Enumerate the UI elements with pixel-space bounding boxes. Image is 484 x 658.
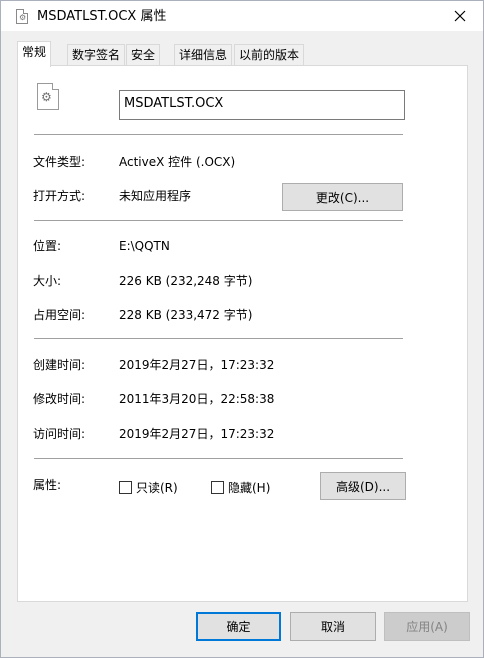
size-value: 226 KB (232,248 字节) (119, 274, 253, 288)
close-button[interactable] (437, 1, 483, 31)
divider (34, 338, 403, 339)
file-type-value: ActiveX 控件 (.OCX) (119, 155, 236, 169)
file-name-field[interactable]: MSDATLST.OCX (119, 90, 405, 120)
size-on-disk-label: 占用空间: (33, 308, 86, 322)
title-bar[interactable]: ⚙ MSDATLST.OCX 属性 (1, 1, 483, 31)
checkbox-box[interactable] (211, 481, 224, 494)
ok-button[interactable]: 确定 (196, 612, 281, 641)
file-icon: ⚙ (16, 9, 28, 24)
size-on-disk-value: 228 KB (233,472 字节) (119, 308, 253, 322)
tab-security[interactable]: 安全 (126, 44, 161, 66)
close-icon (454, 10, 466, 22)
created-value: 2019年2月27日，17:23:32 (119, 358, 275, 372)
location-label: 位置: (33, 239, 62, 253)
tab-details[interactable]: 详细信息 (174, 44, 233, 66)
readonly-checkbox[interactable]: 只读(R) (119, 479, 178, 496)
change-button[interactable]: 更改(C)... (282, 183, 403, 211)
divider (34, 220, 403, 221)
location-value: E:\QQTN (119, 239, 170, 253)
general-panel: ⚙ MSDATLST.OCX 文件类型: ActiveX 控件 (.OCX) 打… (17, 65, 468, 602)
properties-dialog: ⚙ MSDATLST.OCX 属性 常规 数字签名 安全 详细信息 以前的版本 … (0, 0, 484, 658)
created-label: 创建时间: (33, 358, 86, 372)
attributes-label: 属性: (33, 478, 62, 492)
divider (34, 458, 403, 459)
hidden-label: 隐藏(H) (228, 481, 271, 495)
window-title: MSDATLST.OCX 属性 (37, 9, 167, 24)
open-with-value: 未知应用程序 (119, 189, 192, 203)
apply-button[interactable]: 应用(A) (384, 612, 470, 641)
advanced-button[interactable]: 高级(D)... (320, 472, 406, 500)
cancel-button[interactable]: 取消 (290, 612, 376, 641)
accessed-value: 2019年2月27日，17:23:32 (119, 427, 275, 441)
tab-previous-versions[interactable]: 以前的版本 (234, 44, 305, 66)
file-type-label: 文件类型: (33, 155, 86, 169)
file-type-icon: ⚙ (37, 83, 59, 110)
modified-label: 修改时间: (33, 392, 86, 406)
open-with-label: 打开方式: (33, 189, 86, 203)
divider (34, 134, 403, 135)
tab-general[interactable]: 常规 (17, 41, 52, 67)
modified-value: 2011年3月20日，22:58:38 (119, 392, 275, 406)
tab-digital-signatures[interactable]: 数字签名 (67, 44, 126, 66)
hidden-checkbox[interactable]: 隐藏(H) (211, 479, 270, 496)
checkbox-box[interactable] (119, 481, 132, 494)
tab-strip: 常规 数字签名 安全 详细信息 以前的版本 (1, 41, 483, 67)
accessed-label: 访问时间: (33, 427, 86, 441)
readonly-label: 只读(R) (136, 481, 178, 495)
size-label: 大小: (33, 274, 62, 288)
